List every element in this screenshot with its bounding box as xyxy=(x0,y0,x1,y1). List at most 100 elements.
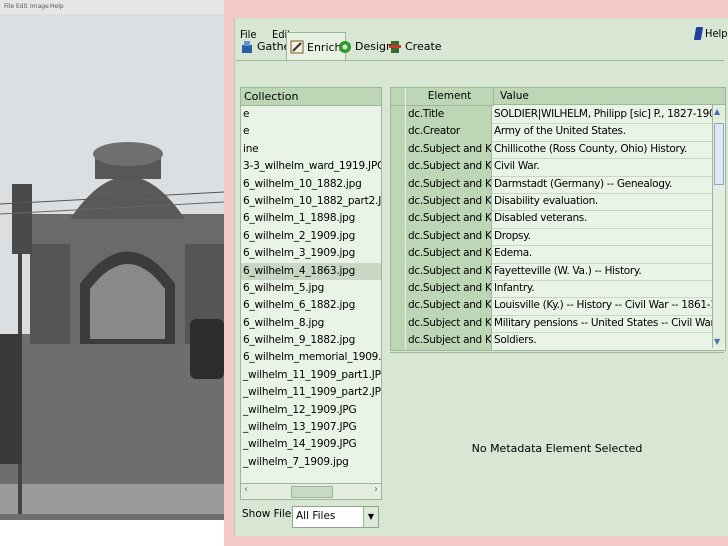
metadata-table[interactable]: Element Value dc.Title SOLDIER|WILHELM, P… xyxy=(390,87,726,351)
scroll-thumb[interactable] xyxy=(291,486,333,498)
bg-menu-help: Help xyxy=(50,3,64,10)
collection-file-item[interactable]: 6_wilhelm_1_1898.jpg xyxy=(241,210,381,227)
no-metadata-message: No Metadata Element Selected xyxy=(471,442,643,455)
enrich-icon xyxy=(290,40,304,54)
metadata-row[interactable]: dc.Subject and Key...Disability evaluati… xyxy=(391,193,713,212)
metadata-element-cell: dc.Subject and Key... xyxy=(406,158,492,176)
metadata-row[interactable]: dc.Subject and Key...Chillicothe (Ross C… xyxy=(391,140,713,160)
bg-menu-image: Image xyxy=(30,3,49,10)
row-gutter xyxy=(391,297,405,315)
tab-create-label: Create xyxy=(405,40,442,53)
collection-file-item[interactable]: ine xyxy=(241,141,381,158)
value-column-header[interactable]: Value xyxy=(494,88,725,105)
menu-help: Help xyxy=(705,27,728,40)
metadata-row[interactable]: dc.Subject and Key...Darmstadt (Germany)… xyxy=(391,175,713,194)
metadata-value-cell[interactable]: Disability evaluation. xyxy=(494,193,713,210)
metadata-row[interactable]: dc.Subject and Key...Edema. xyxy=(391,245,713,264)
collection-file-item[interactable]: 6_wilhelm_3_1909.jpg xyxy=(241,245,381,262)
show-files-select[interactable]: All Files ▼ xyxy=(292,506,379,528)
metadata-value-cell[interactable]: Dropsy. xyxy=(494,228,713,245)
metadata-element-cell: dc.Title xyxy=(406,106,492,124)
element-column-header[interactable]: Element xyxy=(406,88,494,106)
metadata-value-cell[interactable]: Army of the United States. xyxy=(494,123,713,140)
metadata-row[interactable]: dc.Subject and Key...Dropsy. xyxy=(391,227,713,247)
metadata-element-cell: dc.Subject and Key... xyxy=(406,245,492,263)
row-gutter xyxy=(391,210,405,228)
collection-file-item[interactable]: 6_wilhelm_6_1882.jpg xyxy=(241,297,381,314)
metadata-edit-panel xyxy=(390,352,724,529)
collection-file-item[interactable]: _wilhelm_11_1909_part1.JPG xyxy=(241,367,381,384)
design-icon xyxy=(339,40,351,53)
metadata-element-cell: dc.Subject and Key... xyxy=(406,175,492,193)
collection-file-item[interactable]: _wilhelm_7_1909.jpg xyxy=(241,454,381,471)
metadata-value-cell[interactable]: Darmstadt (Germany) -- Genealogy. xyxy=(494,176,713,193)
collection-file-item[interactable]: e xyxy=(241,123,381,140)
scroll-left-icon[interactable]: ‹ xyxy=(244,484,248,495)
metadata-value-cell[interactable]: Infantry. xyxy=(494,280,713,297)
collection-file-item[interactable]: e xyxy=(241,106,381,123)
metadata-value-cell[interactable]: Chillicothe (Ross County, Ohio) History. xyxy=(494,141,713,158)
row-gutter xyxy=(391,106,405,124)
tab-divider xyxy=(236,60,724,61)
metadata-value-cell[interactable]: Edema. xyxy=(494,245,713,262)
metadata-value-cell[interactable]: Soldiers. xyxy=(494,332,713,349)
gather-icon xyxy=(242,40,252,53)
metadata-row[interactable]: dc.Subject and Key...Disabled veterans. xyxy=(391,210,713,229)
row-gutter xyxy=(391,314,405,333)
collection-file-item[interactable]: 6_wilhelm_memorial_1909.jpg xyxy=(241,349,381,366)
train-station-image xyxy=(0,14,224,520)
metadata-row[interactable]: dc.Subject and Key...Fayetteville (W. Va… xyxy=(391,262,713,281)
row-gutter xyxy=(391,227,405,246)
background-photo: File Edit Image Help xyxy=(0,0,225,520)
collection-file-item[interactable]: _wilhelm_14_1909.JPG xyxy=(241,436,381,453)
collection-panel[interactable]: Collection e e ine 3-3_wilhelm_ward_1919.JP… xyxy=(240,87,382,484)
collection-file-item[interactable]: _wilhelm_12_1909.JPG xyxy=(241,402,381,419)
tab-create[interactable]: Create xyxy=(385,33,445,60)
metadata-row[interactable]: dc.Subject and Key...Infantry. xyxy=(391,280,713,299)
show-files-label: Show Files xyxy=(242,508,297,520)
metadata-row[interactable]: dc.Subject and Key...Military pensions -… xyxy=(391,314,713,334)
collection-file-item[interactable]: 6_wilhelm_10_1882.jpg xyxy=(241,176,381,193)
collection-file-item[interactable]: 6_wilhelm_5.jpg xyxy=(241,280,381,297)
metadata-value-cell[interactable]: Military pensions -- United States -- Ci… xyxy=(494,315,713,332)
metadata-vertical-scrollbar[interactable]: ▲ ▼ xyxy=(712,105,724,348)
chevron-down-icon[interactable]: ▼ xyxy=(363,507,378,527)
row-gutter xyxy=(391,158,405,176)
collection-file-item[interactable]: 6_wilhelm_10_1882_part2.JPG xyxy=(241,193,381,210)
metadata-row[interactable]: dc.Subject and Key...Soldiers. xyxy=(391,332,713,350)
scroll-down-icon[interactable]: ▼ xyxy=(714,337,720,346)
collection-list: e e ine 3-3_wilhelm_ward_1919.JPG 6_wilhelm_… xyxy=(241,106,381,471)
create-icon xyxy=(389,40,401,53)
row-gutter xyxy=(391,245,405,263)
collection-file-item[interactable]: 3-3_wilhelm_ward_1919.JPG xyxy=(241,158,381,175)
row-gutter xyxy=(391,332,405,350)
metadata-row[interactable]: dc.Title SOLDIER|WILHELM, Philipp [sic] P… xyxy=(391,106,713,125)
show-files-value: All Files xyxy=(296,510,336,522)
collection-file-item[interactable]: 6_wilhelm_9_1882.jpg xyxy=(241,332,381,349)
scroll-right-icon[interactable]: › xyxy=(374,484,378,495)
collection-file-item[interactable]: 6_wilhelm_4_1863.jpg xyxy=(241,262,381,280)
metadata-element-cell: dc.Subject and Key... xyxy=(406,140,492,159)
scroll-up-icon[interactable]: ▲ xyxy=(714,107,720,116)
metadata-row[interactable]: dc.Subject and Key...Louisville (Ky.) --… xyxy=(391,297,713,316)
metadata-value-cell[interactable]: Louisville (Ky.) -- History -- Civil War… xyxy=(494,297,713,314)
row-gutter xyxy=(391,262,405,280)
metadata-element-cell: dc.Subject and Key... xyxy=(406,297,492,315)
background-menubar: File Edit Image Help xyxy=(0,0,224,14)
metadata-row[interactable]: dc.Creator Army of the United States. xyxy=(391,123,713,142)
collection-file-item[interactable]: _wilhelm_11_1909_part2.JPG xyxy=(241,384,381,401)
collection-horizontal-scrollbar[interactable]: ‹ › xyxy=(240,483,382,500)
help-book-icon xyxy=(693,27,704,40)
collection-file-item[interactable]: 6_wilhelm_2_1909.jpg xyxy=(241,228,381,245)
metadata-value-cell[interactable]: Fayetteville (W. Va.) -- History. xyxy=(494,263,713,280)
collection-file-item[interactable]: 6_wilhelm_8.jpg xyxy=(241,315,381,332)
metadata-value-cell[interactable]: Disabled veterans. xyxy=(494,210,713,227)
metadata-row[interactable]: dc.Subject and Key...Civil War. xyxy=(391,158,713,177)
metadata-value-cell[interactable]: Civil War. xyxy=(494,158,713,175)
collection-file-item[interactable]: _wilhelm_13_1907.JPG xyxy=(241,419,381,436)
collection-header: Collection xyxy=(241,88,381,106)
metadata-element-cell: dc.Subject and Key... xyxy=(406,314,492,333)
scroll-thumb-vertical[interactable] xyxy=(714,123,724,185)
help-menu[interactable]: Help xyxy=(693,27,728,40)
metadata-value-cell[interactable]: SOLDIER|WILHELM, Philipp [sic] P., 1827-… xyxy=(494,106,713,123)
